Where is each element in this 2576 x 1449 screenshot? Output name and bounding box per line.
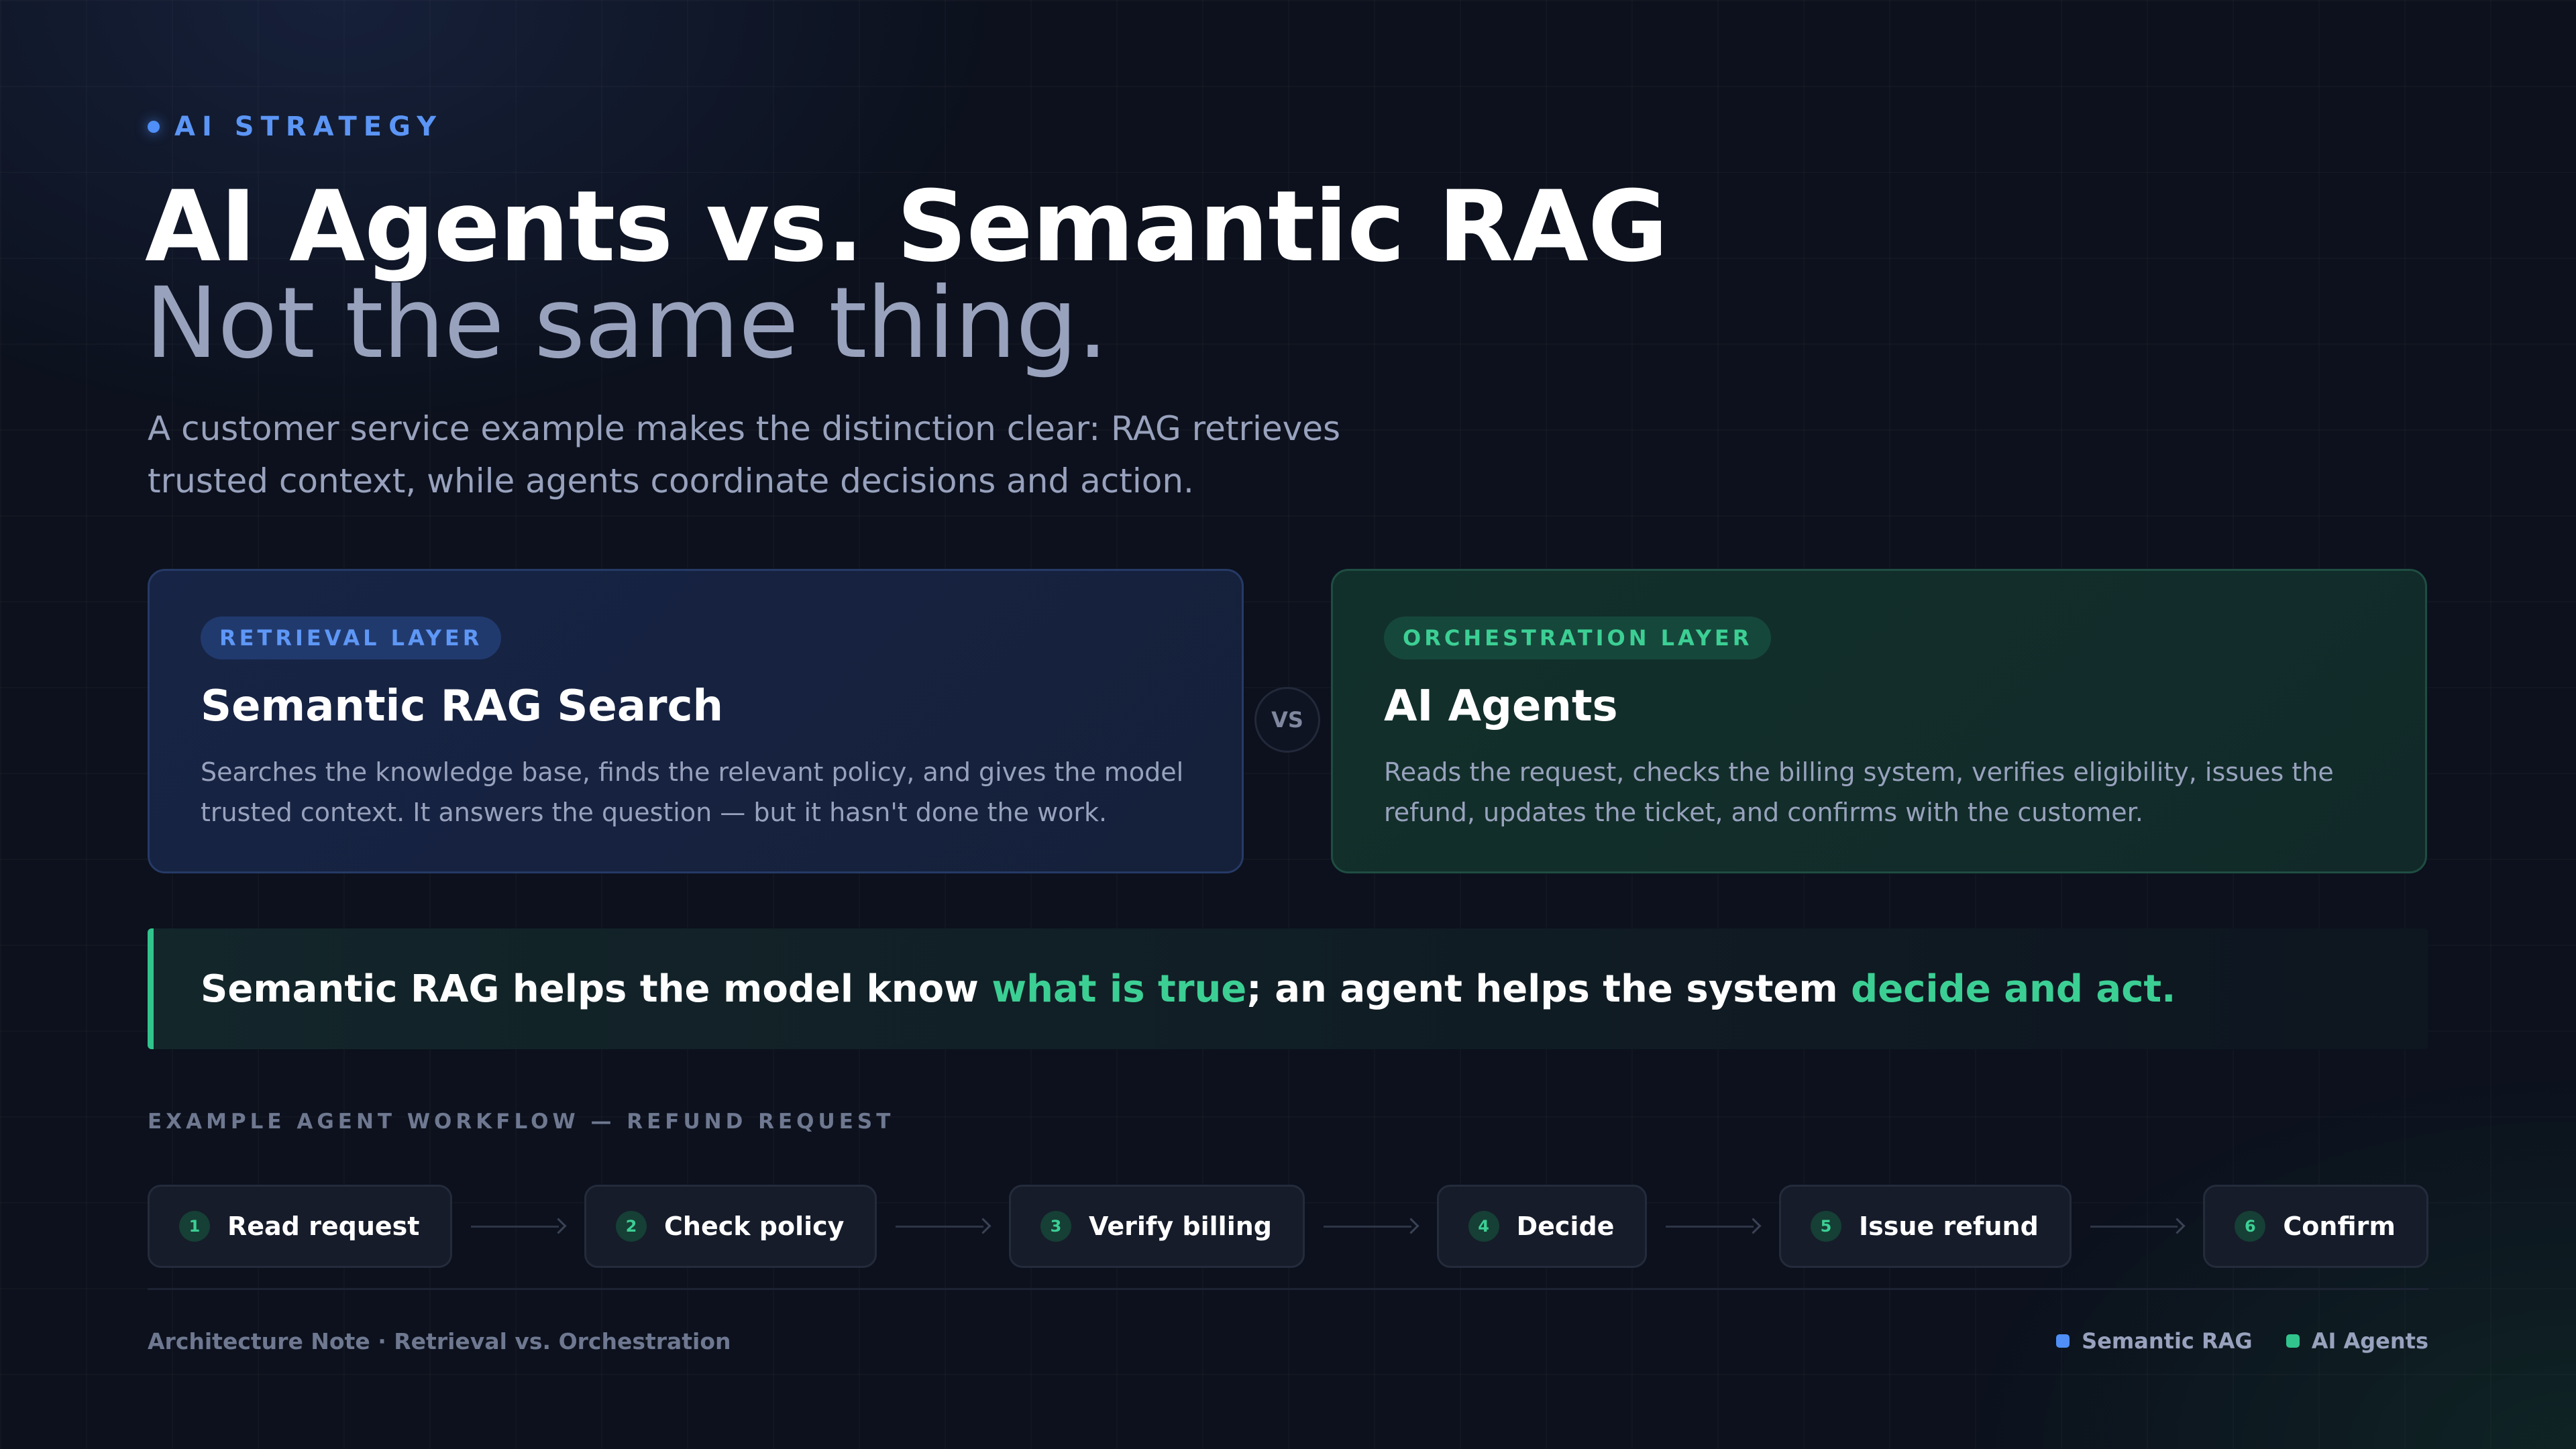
- callout-part: Semantic RAG helps the model know: [201, 967, 992, 1011]
- callout-highlight: what is true: [991, 967, 1247, 1011]
- intro-line: A customer service example makes the dis…: [148, 409, 1341, 448]
- legend-item-semantic-rag: Semantic RAG: [2056, 1328, 2253, 1354]
- arrow-right-icon: [471, 1216, 566, 1236]
- workflow-step-issue-refund: 5 Issue refund: [1779, 1185, 2072, 1268]
- retrieval-layer-tag: RETRIEVAL LAYER: [201, 616, 502, 659]
- footer-note: Architecture Note · Retrieval vs. Orches…: [148, 1328, 731, 1354]
- arrow-right-icon: [2090, 1216, 2185, 1236]
- card-description: Searches the knowledge base, finds the r…: [201, 757, 1184, 827]
- workflow-label: EXAMPLE AGENT WORKFLOW — REFUND REQUEST: [148, 1110, 895, 1134]
- legend-swatch-icon: [2056, 1334, 2070, 1348]
- callout-text: Semantic RAG helps the model know what i…: [201, 967, 2176, 1011]
- eyebrow: AI STRATEGY: [148, 111, 443, 142]
- step-number: 5: [1811, 1211, 1842, 1242]
- card-title: AI Agents: [1384, 682, 1618, 731]
- step-number: 3: [1040, 1211, 1072, 1242]
- key-insight-callout: Semantic RAG helps the model know what i…: [148, 928, 2428, 1049]
- semantic-rag-card: RETRIEVAL LAYER Semantic RAG Search Sear…: [148, 569, 1244, 873]
- footer-divider: [148, 1288, 2428, 1290]
- card-description: Reads the request, checks the billing sy…: [1384, 757, 2334, 827]
- workflow-step-check-policy: 2 Check policy: [584, 1185, 877, 1268]
- workflow-step-read-request: 1 Read request: [148, 1185, 453, 1268]
- arrow-right-icon: [1324, 1216, 1418, 1236]
- arrow-right-icon: [896, 1216, 990, 1236]
- callout-part: ; an agent helps the system: [1246, 967, 1851, 1011]
- eyebrow-label: AI STRATEGY: [174, 111, 443, 142]
- step-label: Confirm: [2283, 1212, 2396, 1241]
- step-number: 1: [179, 1211, 210, 1242]
- step-label: Verify billing: [1089, 1212, 1272, 1241]
- step-label: Read request: [227, 1212, 420, 1241]
- legend-item-ai-agents: AI Agents: [2286, 1328, 2428, 1354]
- intro-line: trusted context, while agents coordinate…: [148, 462, 1194, 500]
- step-number: 6: [2235, 1211, 2266, 1242]
- step-number: 4: [1468, 1211, 1499, 1242]
- legend-label: Semantic RAG: [2082, 1328, 2253, 1354]
- legend: Semantic RAG AI Agents: [2056, 1328, 2428, 1354]
- vs-badge: VS: [1254, 687, 1320, 753]
- eyebrow-dot-icon: [148, 121, 160, 133]
- arrow-right-icon: [1666, 1216, 1760, 1236]
- ai-agents-card: ORCHESTRATION LAYER AI Agents Reads the …: [1331, 569, 2427, 873]
- step-label: Decide: [1516, 1212, 1615, 1241]
- legend-swatch-icon: [2286, 1334, 2300, 1348]
- step-label: Check policy: [664, 1212, 845, 1241]
- orchestration-layer-tag: ORCHESTRATION LAYER: [1384, 616, 1772, 659]
- step-number: 2: [616, 1211, 647, 1242]
- callout-highlight: decide and act.: [1851, 967, 2176, 1011]
- step-label: Issue refund: [1859, 1212, 2039, 1241]
- workflow-step-confirm: 6 Confirm: [2203, 1185, 2428, 1268]
- page-title: AI Agents vs. Semantic RAG: [145, 170, 1668, 284]
- legend-label: AI Agents: [2311, 1328, 2428, 1354]
- workflow-step-verify-billing: 3 Verify billing: [1009, 1185, 1305, 1268]
- intro-paragraph: A customer service example makes the dis…: [148, 402, 1422, 507]
- card-title: Semantic RAG Search: [201, 682, 724, 731]
- workflow-step-decide: 4 Decide: [1436, 1185, 1648, 1268]
- workflow-steps: 1 Read request 2 Check policy 3 Verify b…: [148, 1185, 2428, 1268]
- slide: AI STRATEGY AI Agents vs. Semantic RAG N…: [145, 0, 2428, 1449]
- page-subtitle: Not the same thing.: [145, 266, 1108, 380]
